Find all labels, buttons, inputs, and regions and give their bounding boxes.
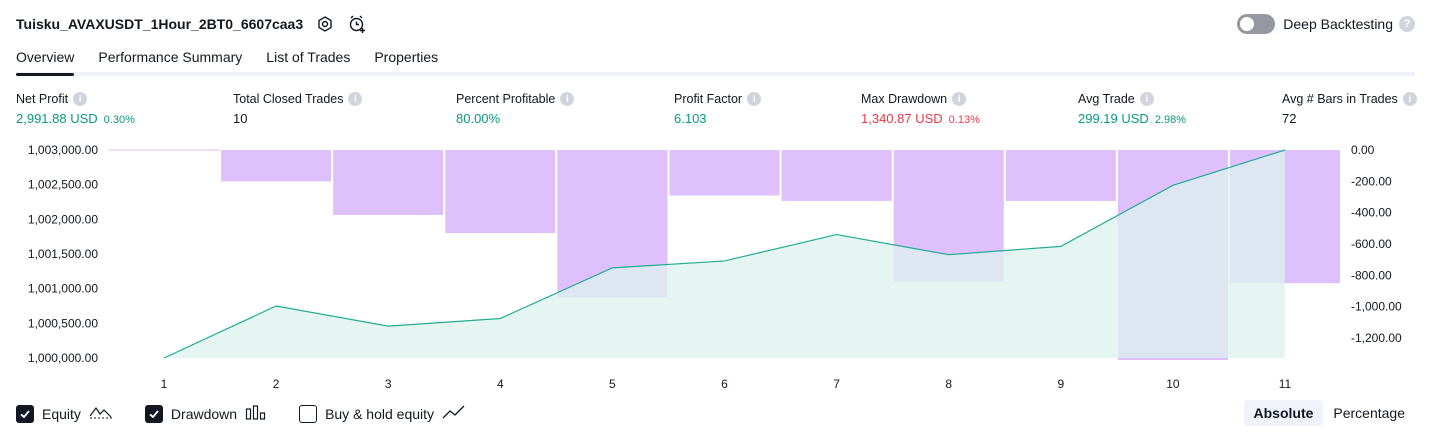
right-axis-tick: 0.00 bbox=[1351, 143, 1375, 157]
metric-percent: 0.13% bbox=[948, 114, 980, 126]
info-icon[interactable]: i bbox=[73, 92, 88, 106]
drawdown-bar bbox=[221, 150, 332, 182]
percentage-button[interactable]: Percentage bbox=[1323, 400, 1415, 426]
metric-profit-factor: Profit Factor i 6.103 bbox=[674, 92, 762, 126]
x-axis-tick: 1 bbox=[161, 377, 168, 391]
info-icon[interactable]: i bbox=[1139, 92, 1154, 106]
help-icon[interactable]: ? bbox=[1399, 16, 1415, 32]
left-axis-tick: 1,002,000.00 bbox=[28, 212, 98, 226]
metric-value: 6.103 bbox=[674, 111, 707, 126]
right-axis-tick: -1,200.00 bbox=[1351, 331, 1402, 345]
x-axis-tick: 2 bbox=[273, 377, 280, 391]
metric-value: 1,340.87 USD bbox=[861, 111, 943, 126]
tab-properties[interactable]: Properties bbox=[374, 44, 438, 72]
add-alert-icon[interactable] bbox=[347, 14, 367, 34]
x-axis-tick: 3 bbox=[385, 377, 392, 391]
metric-label: Avg Trade bbox=[1078, 92, 1135, 106]
metric-label: Profit Factor bbox=[674, 92, 743, 106]
metric-label: Max Drawdown bbox=[861, 92, 948, 106]
drawdown-bar bbox=[1005, 150, 1116, 201]
drawdown-bar bbox=[781, 150, 892, 201]
chart-legend: Equity Drawdown Buy & hold equity bbox=[16, 403, 498, 425]
left-axis-tick: 1,003,000.00 bbox=[28, 143, 98, 157]
info-icon[interactable]: i bbox=[747, 92, 762, 106]
buy-hold-checkbox[interactable] bbox=[299, 405, 318, 423]
x-axis-tick: 5 bbox=[609, 377, 616, 391]
metric-percent: 2.98% bbox=[1154, 114, 1187, 126]
drawdown-bar bbox=[333, 150, 444, 216]
scale-mode-switch: Absolute Percentage bbox=[1243, 400, 1416, 426]
x-axis-tick: 8 bbox=[945, 377, 952, 391]
legend-equity[interactable]: Equity bbox=[16, 404, 113, 425]
right-axis-tick: -200.00 bbox=[1351, 174, 1392, 188]
info-icon[interactable]: i bbox=[348, 92, 363, 106]
x-axis-tick: 9 bbox=[1057, 377, 1064, 391]
equity-checkbox[interactable] bbox=[16, 405, 34, 423]
metric-label: Net Profit bbox=[16, 92, 69, 106]
strategy-title: Tuisku_AVAXUSDT_1Hour_2BT0_6607caa3 bbox=[16, 16, 304, 32]
drawdown-bar bbox=[445, 150, 556, 234]
left-axis-tick: 1,001,500.00 bbox=[28, 247, 98, 261]
deep-backtesting-label: Deep Backtesting bbox=[1283, 16, 1393, 32]
equity-line-icon bbox=[89, 404, 113, 425]
legend-drawdown[interactable]: Drawdown bbox=[144, 404, 267, 425]
metric-total-closed-trades: Total Closed Trades i 10 bbox=[233, 92, 363, 126]
tab-performance-summary[interactable]: Performance Summary bbox=[98, 44, 242, 72]
info-icon[interactable]: i bbox=[1402, 92, 1417, 106]
info-icon[interactable]: i bbox=[952, 92, 967, 106]
right-axis-tick: -800.00 bbox=[1351, 268, 1392, 282]
metric-avg-trade: Avg Trade i 299.19 USD 2.98% bbox=[1078, 92, 1186, 126]
x-axis-tick: 11 bbox=[1279, 377, 1292, 391]
left-axis-tick: 1,000,500.00 bbox=[28, 316, 98, 330]
metric-label: Percent Profitable bbox=[456, 92, 556, 106]
metric-label: Total Closed Trades bbox=[233, 92, 344, 106]
left-axis-tick: 1,000,000.00 bbox=[28, 351, 98, 365]
x-axis-tick: 6 bbox=[721, 377, 728, 391]
settings-icon[interactable] bbox=[315, 14, 335, 34]
x-axis-tick: 10 bbox=[1166, 377, 1180, 391]
deep-backtesting: Deep Backtesting ? bbox=[1237, 12, 1415, 36]
right-axis-tick: -1,000.00 bbox=[1351, 300, 1402, 314]
deep-backtesting-toggle[interactable] bbox=[1237, 14, 1276, 34]
metric-value: 72 bbox=[1282, 111, 1297, 126]
metric-value: 10 bbox=[233, 111, 248, 126]
metric-percent: 0.30% bbox=[103, 114, 135, 126]
drawdown-bar bbox=[669, 150, 780, 196]
metric-value: 299.19 USD bbox=[1078, 111, 1149, 126]
strategy-header: Tuisku_AVAXUSDT_1Hour_2BT0_6607caa3 Deep… bbox=[16, 12, 1415, 36]
tab-overview[interactable]: Overview bbox=[16, 44, 75, 76]
drawdown-label: Drawdown bbox=[170, 406, 238, 422]
drawdown-checkbox[interactable] bbox=[144, 405, 163, 423]
right-axis-tick: -400.00 bbox=[1351, 206, 1392, 220]
metrics-row: Net Profit i 2,991.88 USD 0.30% Total Clos… bbox=[16, 92, 1417, 132]
absolute-button[interactable]: Absolute bbox=[1243, 400, 1324, 426]
x-axis-tick: 4 bbox=[497, 377, 504, 391]
tab-list-of-trades[interactable]: List of Trades bbox=[266, 44, 350, 72]
right-axis-tick: -600.00 bbox=[1351, 237, 1392, 251]
left-axis-tick: 1,002,500.00 bbox=[28, 178, 98, 192]
legend-buy-hold-equity[interactable]: Buy & hold equity bbox=[299, 404, 466, 425]
buy-hold-line-icon bbox=[442, 404, 466, 425]
info-icon[interactable]: i bbox=[560, 92, 575, 106]
metric-value: 80.00% bbox=[456, 111, 501, 126]
metric-label: Avg # Bars in Trades bbox=[1282, 92, 1398, 106]
tab-bar: Overview Performance Summary List of Tra… bbox=[16, 44, 1415, 76]
left-axis-tick: 1,001,000.00 bbox=[28, 282, 98, 296]
buy-hold-label: Buy & hold equity bbox=[325, 406, 435, 422]
metric-percent-profitable: Percent Profitable i 80.00% bbox=[456, 92, 575, 126]
metric-avg-bars: Avg # Bars in Trades i 72 bbox=[1282, 92, 1417, 126]
x-axis-tick: 7 bbox=[833, 377, 840, 391]
metric-max-drawdown: Max Drawdown i 1,340.87 USD 0.13% bbox=[861, 92, 980, 126]
metric-net-profit: Net Profit i 2,991.88 USD 0.30% bbox=[16, 92, 135, 126]
equity-label: Equity bbox=[42, 406, 81, 422]
equity-drawdown-chart: 1,003,000.00 1,002,500.00 1,002,000.00 1,00… bbox=[28, 143, 1402, 391]
drawdown-bars-icon bbox=[245, 404, 267, 425]
metric-value: 2,991.88 USD bbox=[16, 111, 98, 126]
